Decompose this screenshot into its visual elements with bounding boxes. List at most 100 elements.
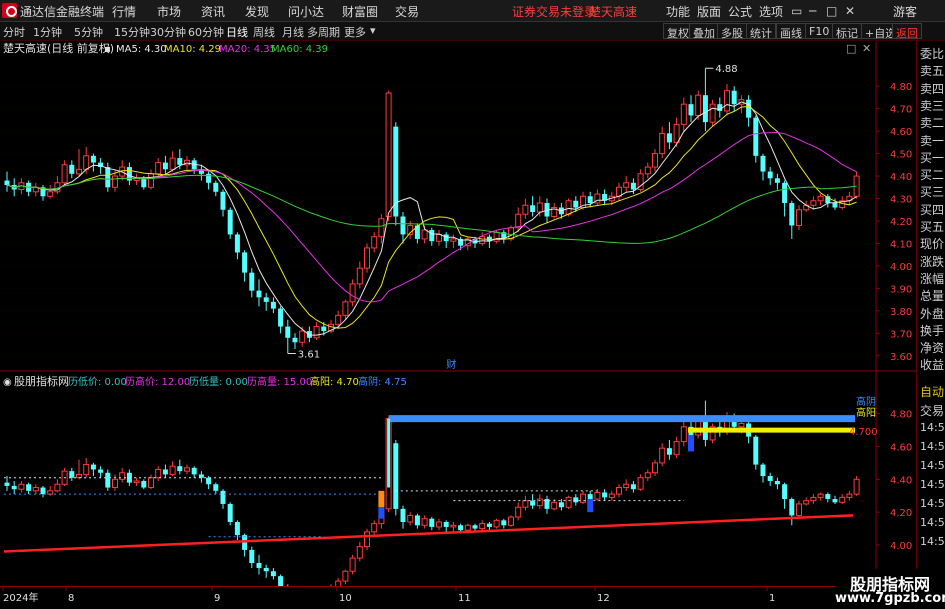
- candle-body: [421, 229, 428, 240]
- menu-item-layout[interactable]: 版面: [697, 3, 721, 20]
- y-tick-label: 4.60: [890, 443, 912, 454]
- indicator-settings-icon[interactable]: ◉: [3, 377, 12, 388]
- stats-button[interactable]: 统计: [746, 23, 776, 40]
- y-tick-label: 4.70: [890, 105, 912, 116]
- candle-body: [530, 205, 536, 212]
- tab-60min[interactable]: 60分钟: [188, 24, 224, 40]
- menu-item-news[interactable]: 资讯: [201, 3, 225, 20]
- auto-trade-label[interactable]: 交易: [920, 402, 944, 419]
- candle-body: [155, 162, 162, 175]
- quote-field-label: 收益: [920, 358, 945, 373]
- indicator-chart[interactable]: 4.804.604.404.204.003.80 ◉ 股朋指标网 历低价: 0.…: [0, 372, 916, 586]
- candle-body: [565, 496, 572, 508]
- close-icon[interactable]: ✕: [845, 4, 855, 18]
- candle-body: [400, 216, 406, 235]
- overlay-button[interactable]: 叠加: [689, 23, 719, 40]
- tab-1min[interactable]: 1分钟: [33, 24, 62, 40]
- menu-item-function[interactable]: 功能: [666, 3, 690, 20]
- menu-item-market[interactable]: 市场: [157, 3, 181, 20]
- quote-field-label: 总量: [920, 289, 945, 304]
- kline-chart[interactable]: 4.80 4.70 4.60 4.50 4.40 4.30 4.20 4.10 4.00 3.90…: [0, 41, 916, 372]
- candle-body: [54, 483, 61, 492]
- candle-body: [551, 501, 558, 510]
- menu-item-ask[interactable]: 问小达: [288, 3, 324, 20]
- quote-field-label: 委比: [920, 47, 945, 61]
- panel-close-icon[interactable]: ✕: [862, 42, 871, 55]
- candle-body: [464, 524, 471, 531]
- candle-body: [637, 477, 644, 490]
- more-dropdown-icon[interactable]: ▾: [370, 24, 376, 37]
- candle-body: [18, 483, 25, 490]
- candle-body: [90, 464, 96, 470]
- finance-marker[interactable]: 财: [446, 358, 456, 371]
- menu-item-discover[interactable]: 发现: [245, 3, 269, 20]
- tab-daily[interactable]: 日线: [226, 24, 248, 40]
- candle-body: [105, 472, 111, 488]
- f10-button[interactable]: F10: [805, 23, 834, 39]
- minimize-icon[interactable]: ─: [809, 4, 816, 18]
- stock-link[interactable]: 楚天高速: [589, 3, 637, 20]
- y-tick-label: 3.70: [890, 329, 912, 340]
- period-toolbar: 分时 1分钟 5分钟 15分钟 30分钟 60分钟 日线 周线 月线 多周期 更…: [0, 22, 945, 41]
- legend-high-yang: 高阳: [856, 406, 876, 419]
- quote-field-label: 卖三: [920, 98, 945, 113]
- candle-body: [450, 524, 457, 528]
- quote-field-label: 买五: [920, 220, 945, 234]
- multi-stock-button[interactable]: 多股: [717, 23, 747, 40]
- tab-15min[interactable]: 15分钟: [114, 24, 150, 40]
- candle-body: [673, 441, 680, 456]
- candle-body: [162, 469, 168, 475]
- quote-field-label: 现价: [920, 237, 945, 252]
- quote-field-label: 换手: [920, 323, 945, 338]
- y-tick-label: 4.40: [890, 172, 912, 183]
- maximize-icon[interactable]: □: [826, 4, 837, 18]
- menu-item-quotes[interactable]: 行情: [112, 3, 136, 20]
- y-tick-label: 4.20: [890, 508, 912, 519]
- y-tick-label: 4.60: [890, 127, 912, 138]
- candle-body: [666, 133, 672, 143]
- tab-more[interactable]: 更多: [344, 24, 366, 40]
- tab-30min[interactable]: 30分钟: [150, 24, 186, 40]
- menu-item-formula[interactable]: 公式: [728, 3, 752, 20]
- ma-settings-icon[interactable]: ▪: [104, 44, 111, 55]
- tab-weekly[interactable]: 周线: [253, 24, 275, 40]
- candle-body: [98, 469, 104, 473]
- menu-item-options[interactable]: 选项: [759, 3, 783, 20]
- mark-button[interactable]: 标记: [832, 23, 862, 40]
- candle-body: [321, 326, 327, 332]
- y-tick-label: 4.10: [890, 239, 912, 250]
- candle-body: [508, 227, 514, 240]
- candle-body: [141, 178, 147, 188]
- menu-item-trade[interactable]: 交易: [395, 3, 419, 20]
- candle-body: [292, 337, 298, 343]
- trade-login-alert[interactable]: 证券交易未登录: [512, 3, 596, 20]
- candle-body: [83, 464, 90, 475]
- candle-body: [155, 468, 162, 479]
- candle-body: [644, 166, 651, 175]
- quote-field-label: 净资: [920, 341, 945, 356]
- tab-monthly[interactable]: 月线: [282, 24, 304, 40]
- back-button[interactable]: 返回: [892, 23, 922, 40]
- restore-icon[interactable]: ▭: [791, 4, 802, 18]
- y-tick-label: 4.80: [890, 82, 912, 93]
- auto-trade-label[interactable]: 自动: [920, 383, 944, 400]
- tab-5min[interactable]: 5分钟: [74, 24, 103, 40]
- param-low-price: 历低价: 0.00: [68, 375, 127, 388]
- candle-body: [342, 570, 349, 582]
- user-label[interactable]: 游客: [893, 3, 917, 20]
- candle-body: [429, 229, 435, 242]
- draw-line-button[interactable]: 画线: [776, 23, 806, 40]
- expand-icon[interactable]: □: [846, 42, 856, 55]
- watermark: 股朋指标网 www.7gpzb.com: [835, 569, 945, 609]
- tab-multi-period[interactable]: 多周期: [307, 24, 340, 40]
- candle-body: [680, 103, 687, 125]
- candle-body: [342, 301, 349, 316]
- tab-intraday[interactable]: 分时: [3, 24, 25, 40]
- y-tick-label: 3.90: [890, 284, 912, 295]
- candle-body: [450, 238, 457, 242]
- candle-body: [141, 480, 147, 488]
- quote-field-label: 买二: [920, 168, 945, 183]
- candle-body: [256, 290, 262, 298]
- candle-body: [278, 308, 284, 327]
- menu-item-wealth[interactable]: 财富圈: [342, 3, 378, 20]
